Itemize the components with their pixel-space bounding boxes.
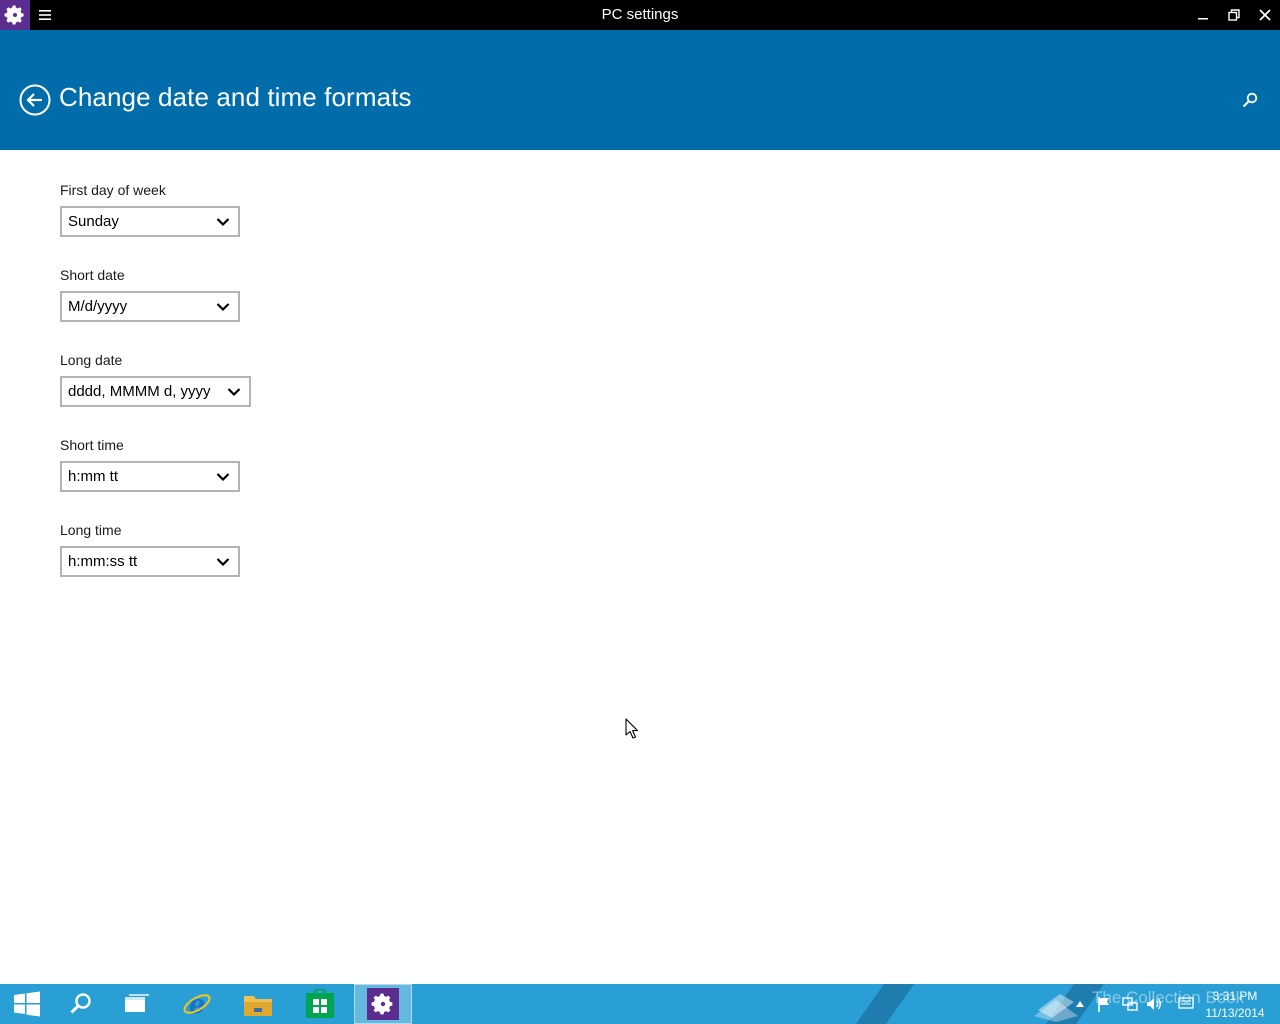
search-icon xyxy=(1242,92,1258,108)
short-date-label: Short date xyxy=(60,267,125,283)
internet-explorer-icon: e xyxy=(183,990,211,1019)
short-date-group: Short date M/d/yyyy xyxy=(60,265,240,322)
short-time-dropdown[interactable]: h:mm tt xyxy=(60,461,240,492)
minimize-button[interactable] xyxy=(1188,0,1218,30)
taskbar-decoration xyxy=(855,984,915,1024)
page-header: Change date and time formats xyxy=(0,30,1280,150)
gear-icon xyxy=(367,988,399,1020)
pc-settings-taskbar-button[interactable] xyxy=(354,984,412,1024)
action-center-flag-icon[interactable] xyxy=(1096,996,1112,1012)
taskbar-search-button[interactable] xyxy=(54,984,108,1024)
short-time-label: Short time xyxy=(60,437,124,453)
short-time-group: Short time h:mm tt xyxy=(60,435,240,492)
chevron-down-icon xyxy=(227,386,241,398)
clock-time[interactable]: 3:31 PM xyxy=(1200,989,1270,1003)
dropdown-value: M/d/yyyy xyxy=(68,298,128,315)
menu-hamburger-icon[interactable] xyxy=(34,6,56,24)
dropdown-value: h:mm tt xyxy=(68,468,119,485)
svg-text:e: e xyxy=(189,990,206,1019)
task-view-icon xyxy=(125,994,149,1012)
restore-button[interactable] xyxy=(1219,0,1249,30)
window-title: PC settings xyxy=(601,6,679,23)
close-button[interactable] xyxy=(1250,0,1280,30)
windows-logo-icon xyxy=(14,991,40,1017)
file-explorer-button[interactable] xyxy=(231,984,285,1024)
title-bar: PC settings xyxy=(0,0,1280,30)
notification-icon[interactable] xyxy=(1178,996,1194,1012)
chevron-down-icon xyxy=(216,471,230,483)
task-view-button[interactable] xyxy=(110,984,164,1024)
internet-explorer-button[interactable]: e xyxy=(170,984,224,1024)
long-date-label: Long date xyxy=(60,352,123,368)
long-time-group: Long time h:mm:ss tt xyxy=(60,520,240,577)
network-icon[interactable] xyxy=(1122,996,1138,1012)
folder-icon xyxy=(244,996,272,1016)
page-title: Change date and time formats xyxy=(59,82,412,112)
first-day-of-week-dropdown[interactable]: Sunday xyxy=(60,206,240,237)
first-day-of-week-group: First day of week Sunday xyxy=(60,180,240,237)
back-button[interactable] xyxy=(19,84,51,116)
chevron-down-icon xyxy=(216,556,230,568)
app-gear-icon[interactable] xyxy=(0,0,30,30)
search-icon xyxy=(70,993,91,1014)
long-date-group: Long date dddd, MMMM d, yyyy xyxy=(60,350,251,407)
store-icon xyxy=(306,989,334,1018)
back-arrow-icon xyxy=(19,84,51,116)
short-date-dropdown[interactable]: M/d/yyyy xyxy=(60,291,240,322)
show-hidden-icons-icon[interactable] xyxy=(1072,996,1088,1012)
long-date-dropdown[interactable]: dddd, MMMM d, yyyy xyxy=(60,376,251,407)
store-button[interactable] xyxy=(293,984,347,1024)
first-day-of-week-label: First day of week xyxy=(60,182,166,198)
long-time-dropdown[interactable]: h:mm:ss tt xyxy=(60,546,240,577)
mouse-cursor-icon xyxy=(625,718,639,739)
start-button[interactable] xyxy=(0,984,54,1024)
search-button[interactable] xyxy=(1238,88,1262,112)
volume-icon[interactable] xyxy=(1146,996,1162,1012)
long-time-label: Long time xyxy=(60,522,122,538)
chevron-down-icon xyxy=(216,216,230,228)
dropdown-value: dddd, MMMM d, yyyy xyxy=(68,383,211,400)
clock-date[interactable]: 11/13/2014 xyxy=(1200,1006,1270,1020)
dropdown-value: Sunday xyxy=(68,213,119,230)
taskbar: e The Collection Book 3:31 PM 11/13/2014 xyxy=(0,984,1280,1024)
dropdown-value: h:mm:ss tt xyxy=(68,553,138,570)
chevron-down-icon xyxy=(216,301,230,313)
